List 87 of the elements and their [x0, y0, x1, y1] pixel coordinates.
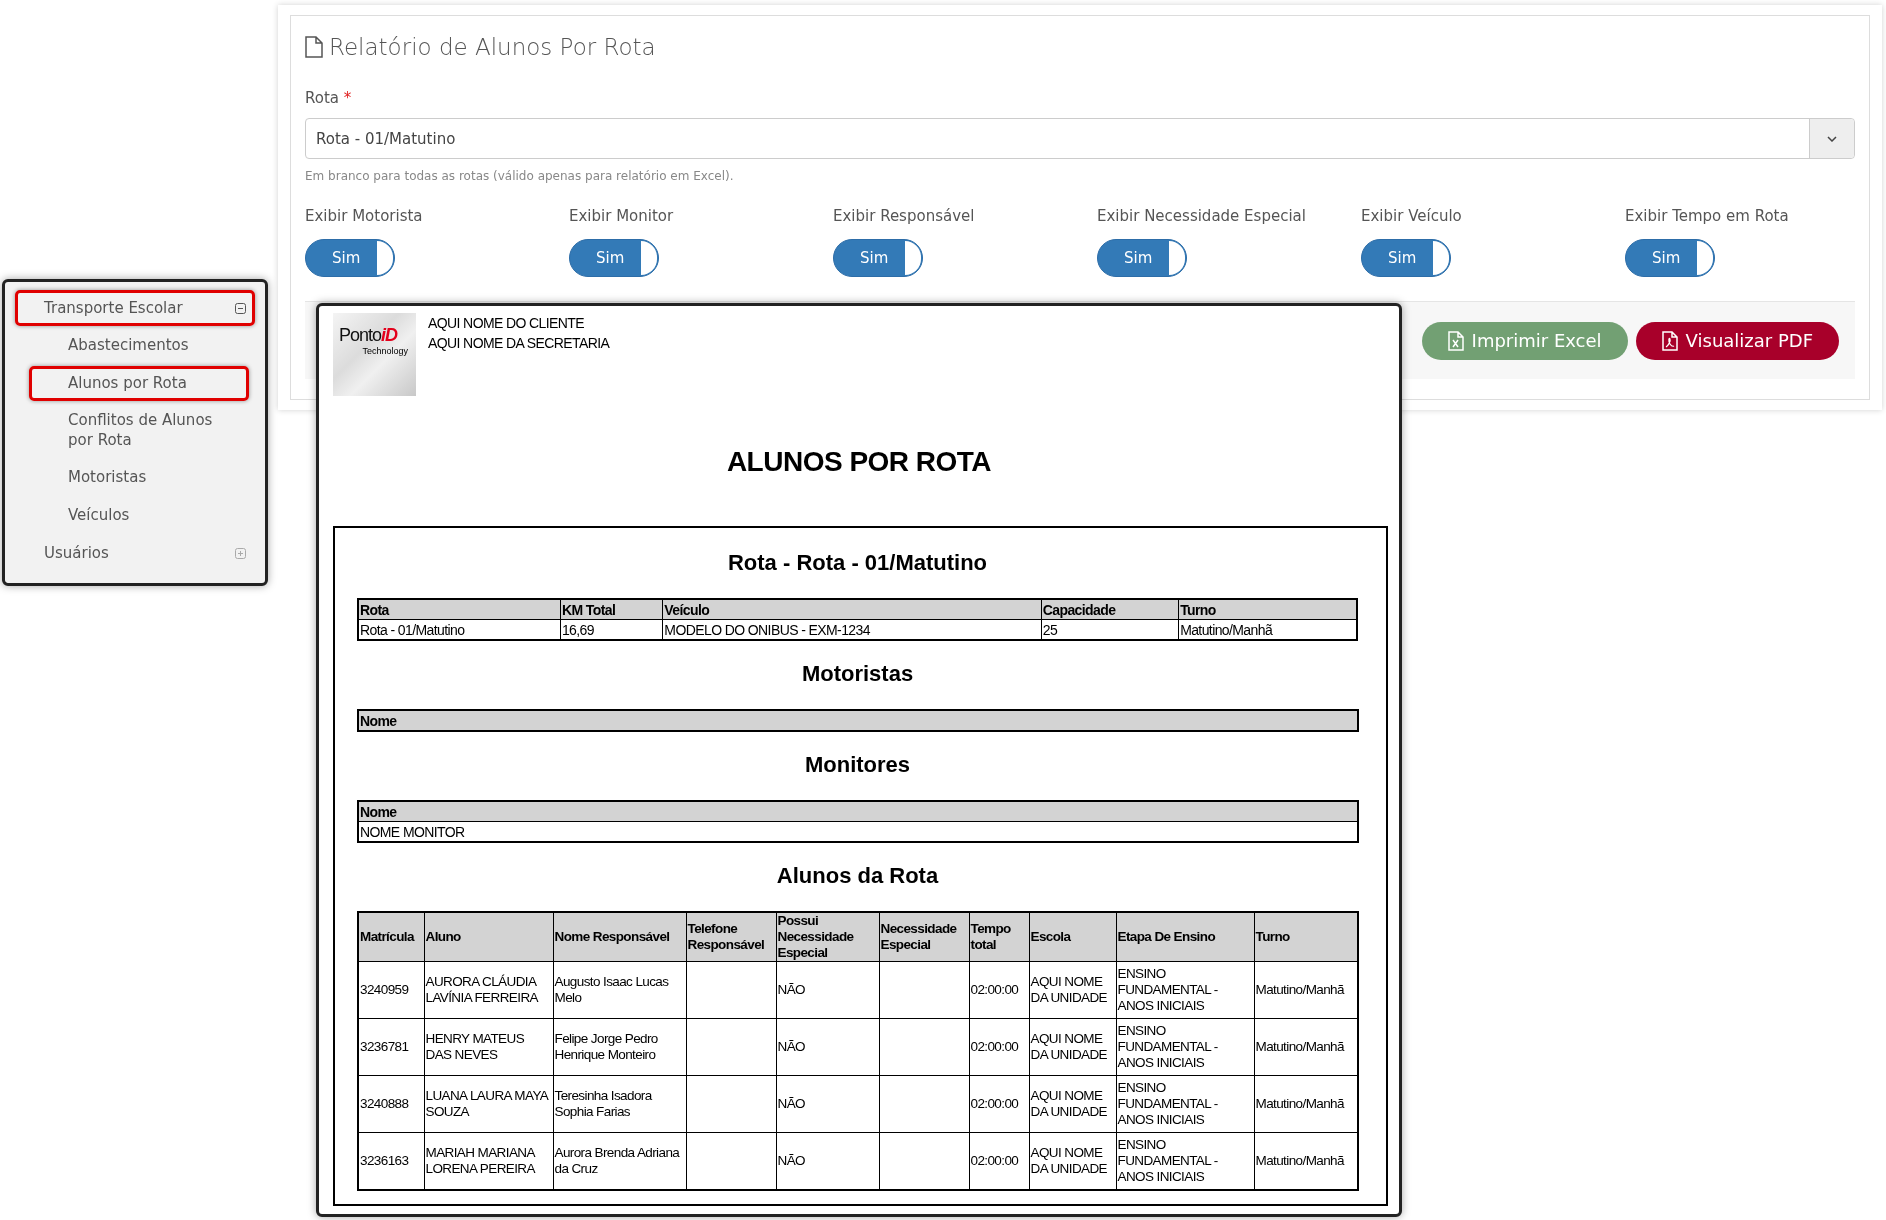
- toggle-switch[interactable]: Sim: [1097, 239, 1187, 277]
- route-select[interactable]: Rota - 01/Matutino: [305, 118, 1855, 159]
- column-header: Nome: [358, 710, 1358, 731]
- table-cell: MODELO DO ONIBUS - EXM-1234: [662, 619, 1042, 640]
- toggle-switch[interactable]: Sim: [1361, 239, 1451, 277]
- toggle-label: Exibir Veículo: [1361, 207, 1463, 225]
- column-header: Possui Necessidade Especial: [776, 912, 879, 962]
- column-header: Nome Responsável: [553, 912, 686, 962]
- table-cell: Rota - 01/Matutino: [358, 619, 561, 640]
- table-cell: Augusto Isaac Lucas Melo: [553, 961, 686, 1019]
- section-heading: Alunos da Rota: [776, 863, 939, 888]
- column-header: Necessidade Especial: [879, 912, 969, 962]
- sidebar-item[interactable]: Usuários: [15, 535, 255, 571]
- toggle-label: Exibir Responsável: [833, 207, 976, 225]
- column-header: KM Total: [560, 599, 663, 620]
- table-cell: AQUI NOME DA UNIDADE: [1029, 961, 1116, 1019]
- toggle-switch[interactable]: Sim: [305, 239, 395, 277]
- table-cell: 25: [1041, 619, 1179, 640]
- table-cell: AQUI NOME DA UNIDADE: [1029, 1018, 1116, 1076]
- chevron-down-icon: [1827, 135, 1837, 142]
- field-hint: Em branco para todas as rotas (válido apenas para relatório em Excel).: [305, 169, 735, 183]
- column-header: Turno: [1254, 912, 1358, 962]
- table-cell: NÃO: [776, 1132, 879, 1190]
- table-cell: ENSINO FUNDAMENTAL - ANOS INICIAIS: [1116, 961, 1254, 1019]
- sidebar-subitem[interactable]: Veículos: [29, 497, 249, 533]
- table-cell: ENSINO FUNDAMENTAL - ANOS INICIAIS: [1116, 1018, 1254, 1076]
- table-cell: LUANA LAURA MAYA SOUZA: [424, 1075, 553, 1133]
- required-mark: *: [343, 89, 352, 107]
- toggle-switch[interactable]: Sim: [1625, 239, 1715, 277]
- column-header: Etapa De Ensino: [1116, 912, 1254, 962]
- table-cell: 3236781: [358, 1018, 424, 1076]
- table-cell: 3236163: [358, 1132, 424, 1190]
- table-cell: ENSINO FUNDAMENTAL - ANOS INICIAIS: [1116, 1075, 1254, 1133]
- table-cell: NÃO: [776, 1075, 879, 1133]
- field-label: Rota: [305, 89, 339, 107]
- table-cell: 02:00:00: [969, 1018, 1029, 1076]
- toggle-label: Exibir Necessidade Especial: [1097, 207, 1307, 225]
- toggle-label: Exibir Motorista: [305, 207, 424, 225]
- column-header: Nome: [358, 801, 1358, 822]
- collapse-icon[interactable]: [235, 302, 246, 314]
- report-title: ALUNOS POR ROTA: [726, 446, 992, 477]
- section-heading: Motoristas: [801, 661, 914, 686]
- pdf-file-icon: [1661, 330, 1678, 351]
- sidebar-subitem[interactable]: Alunos por Rota: [29, 365, 249, 401]
- column-header: Veículo: [662, 599, 1042, 620]
- column-header: Escola: [1029, 912, 1116, 962]
- column-header: Matrícula: [358, 912, 424, 962]
- toggle-label: Exibir Monitor: [569, 207, 675, 225]
- column-header: Capacidade: [1041, 599, 1179, 620]
- route-heading: Rota - Rota - 01/Matutino: [727, 550, 988, 575]
- page-title: Relatório de Alunos Por Rota: [329, 34, 656, 60]
- pdf-button[interactable]: Visualizar PDF: [1635, 321, 1839, 360]
- toggle-switch[interactable]: Sim: [569, 239, 659, 277]
- table-cell: HENRY MATEUS DAS NEVES: [424, 1018, 553, 1076]
- table-cell: Aurora Brenda Adriana da Cruz: [553, 1132, 686, 1190]
- table-cell: AQUI NOME DA UNIDADE: [1029, 1132, 1116, 1190]
- column-header: Tempo total: [969, 912, 1029, 962]
- sidebar-item[interactable]: Transporte Escolar: [15, 290, 255, 326]
- table-cell: Felipe Jorge Pedro Henrique Monteiro: [553, 1018, 686, 1076]
- header-line: AQUI NOME DA SECRETARIA: [428, 334, 610, 353]
- column-header: Turno: [1178, 599, 1357, 620]
- toggle-label: Exibir Tempo em Rota: [1625, 207, 1790, 225]
- table-cell: 3240888: [358, 1075, 424, 1133]
- toggle-switch[interactable]: Sim: [833, 239, 923, 277]
- table-cell: ENSINO FUNDAMENTAL - ANOS INICIAIS: [1116, 1132, 1254, 1190]
- table-cell: AURORA CLÁUDIA LAVÍNIA FERREIRA: [424, 961, 553, 1019]
- company-logo: PontoiD Technology: [333, 313, 416, 396]
- column-header: Telefone Responsável: [686, 912, 776, 962]
- table-cell: 16,69: [560, 619, 663, 640]
- column-header: Rota: [358, 599, 561, 620]
- table-cell: MARIAH MARIANA LORENA PEREIRA: [424, 1132, 553, 1190]
- header-line: AQUI NOME DO CLIENTE: [428, 314, 586, 333]
- table-cell: Teresinha Isadora Sophia Farias: [553, 1075, 686, 1133]
- sidebar-subitem[interactable]: Conflitos de Alunos por Rota: [29, 403, 249, 458]
- excel-file-icon: [1447, 330, 1464, 351]
- table-cell: NÃO: [776, 1018, 879, 1076]
- table-cell: 02:00:00: [969, 961, 1029, 1019]
- column-header: Aluno: [424, 912, 553, 962]
- table-cell: AQUI NOME DA UNIDADE: [1029, 1075, 1116, 1133]
- document-icon: [305, 36, 323, 58]
- table-cell: NÃO: [776, 961, 879, 1019]
- section-heading: Monitores: [804, 752, 911, 777]
- table-cell: 02:00:00: [969, 1132, 1029, 1190]
- sidebar-subitem[interactable]: Motoristas: [29, 460, 249, 496]
- table-cell: 3240959: [358, 961, 424, 1019]
- table-cell: 02:00:00: [969, 1075, 1029, 1133]
- sidebar-subitem[interactable]: Abastecimentos: [29, 328, 249, 364]
